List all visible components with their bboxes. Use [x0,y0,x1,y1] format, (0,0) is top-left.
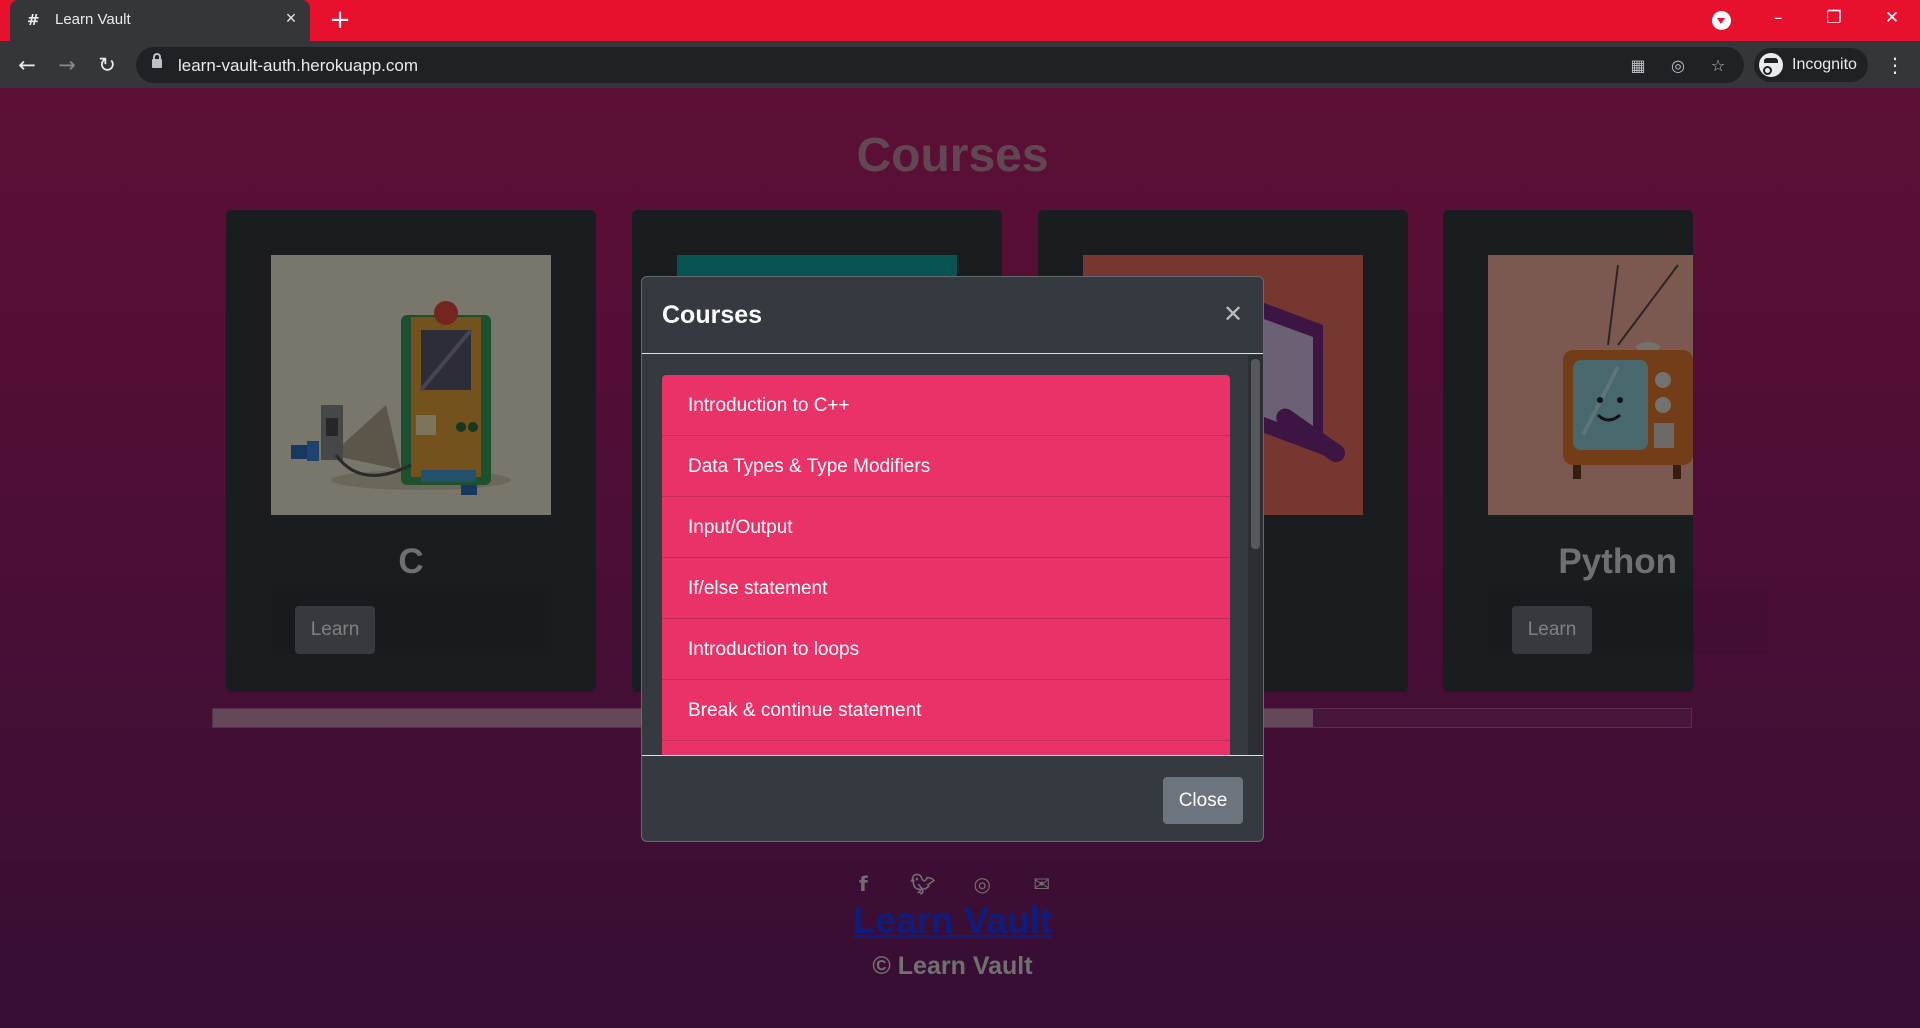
favicon-icon: # [27,11,40,29]
modal-title: Courses [662,301,763,329]
lesson-item[interactable] [662,741,1230,755]
modal-header: Courses ✕ [642,277,1263,354]
lesson-item[interactable]: Break & continue statement [662,680,1230,741]
eye-slash-icon[interactable]: ◎ [1668,56,1688,76]
bookmark-star-icon[interactable]: ☆ [1708,56,1728,76]
close-icon[interactable]: ✕ [1220,301,1246,327]
modal-body[interactable]: Introduction to C++ Data Types & Type Mo… [642,355,1263,755]
profile-label: Incognito [1792,56,1857,73]
window-close-icon[interactable]: ✕ [1864,0,1920,36]
tab-close-icon[interactable]: × [282,9,300,27]
tab-title: Learn Vault [55,11,131,28]
url-text[interactable]: learn-vault-auth.herokuapp.com [178,56,418,76]
lock-icon[interactable] [152,53,162,68]
qr-code-icon[interactable]: ▦ [1628,56,1648,76]
modal-footer: Close [642,755,1263,841]
new-tab-button[interactable]: + [326,6,354,34]
modal-scrollbar[interactable] [1248,355,1263,755]
address-bar[interactable]: learn-vault-auth.herokuapp.com ▦ ◎ ☆ [136,47,1744,83]
lesson-list: Introduction to C++ Data Types & Type Mo… [662,375,1230,755]
tab-strip: # Learn Vault × + – ❐ ✕ [0,0,1920,41]
tab-search-icon[interactable] [1712,11,1731,30]
close-button[interactable]: Close [1163,777,1243,824]
back-arrow-icon[interactable]: ← [12,50,42,80]
page-content: Courses ✕ Introduction to C++ Data Types… [0,88,1920,1028]
menu-kebab-icon[interactable]: ⋮ [1880,50,1910,80]
lesson-item[interactable]: Introduction to loops [662,619,1230,680]
reload-icon[interactable]: ↻ [92,50,122,80]
lesson-item[interactable]: Input/Output [662,497,1230,558]
profile-button[interactable]: Incognito [1754,48,1868,82]
courses-modal: Courses ✕ Introduction to C++ Data Types… [641,276,1264,842]
browser-tab[interactable]: # Learn Vault × [10,0,310,41]
lesson-item[interactable]: Data Types & Type Modifiers [662,436,1230,497]
restore-icon[interactable]: ❐ [1806,0,1862,36]
browser-toolbar: ← → ↻ learn-vault-auth.herokuapp.com ▦ ◎… [0,41,1920,88]
lesson-item[interactable]: Introduction to C++ [662,375,1230,436]
minimize-icon[interactable]: – [1750,0,1806,36]
lesson-item[interactable]: If/else statement [662,558,1230,619]
modal-scroll-thumb[interactable] [1251,359,1260,549]
incognito-icon [1759,53,1783,77]
forward-arrow-icon[interactable]: → [52,50,82,80]
